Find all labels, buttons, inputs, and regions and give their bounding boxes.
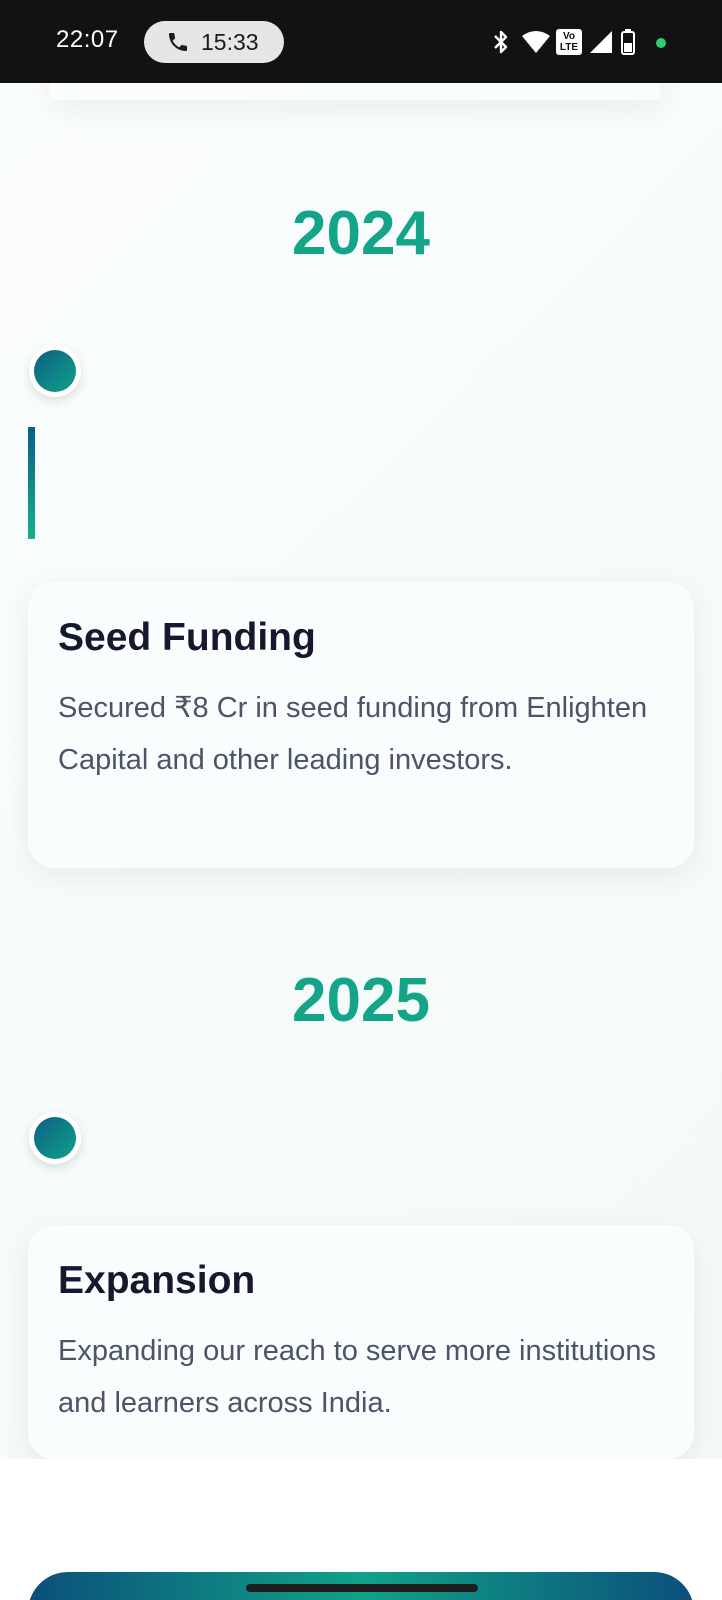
timeline-connector-line — [28, 427, 35, 539]
volte-label-top: Vo — [562, 31, 576, 42]
card-description: Secured ₹8 Cr in seed funding from Enlig… — [58, 692, 648, 776]
call-timer: 15:33 — [201, 29, 259, 55]
timeline-card-expansion: Expansion Expanding our reach to serve m… — [28, 1225, 694, 1459]
volte-label-bottom: LTE — [559, 42, 579, 53]
card-description: Expanding our reach to serve more instit… — [58, 1335, 657, 1419]
notification-dot — [656, 38, 666, 48]
status-time: 22:07 — [56, 26, 119, 53]
wifi-icon — [521, 30, 551, 59]
volte-icon: Vo LTE — [556, 29, 582, 55]
bluetooth-icon — [491, 29, 511, 60]
timeline-dot-fill — [34, 350, 76, 392]
timeline-year-2025: 2025 — [292, 966, 430, 1035]
card-title: Seed Funding — [58, 616, 316, 659]
ongoing-call-pill[interactable]: 15:33 — [144, 21, 284, 63]
status-bar: 22:07 15:33 Vo LTE — [0, 0, 722, 83]
home-indicator[interactable] — [246, 1584, 478, 1592]
signal-icon — [589, 30, 613, 59]
battery-icon — [621, 29, 635, 60]
phone-icon — [166, 30, 190, 54]
timeline-dot — [29, 345, 81, 397]
card-title: Expansion — [58, 1259, 256, 1302]
timeline-dot — [29, 1112, 81, 1164]
timeline-card-seed-funding: Seed Funding Secured ₹8 Cr in seed fundi… — [28, 582, 694, 868]
timeline-year-2024: 2024 — [292, 199, 430, 268]
app-screen: 22:07 15:33 Vo LTE 2024 Seed Funding Sec… — [0, 0, 722, 1600]
timeline-dot-fill — [34, 1117, 76, 1159]
